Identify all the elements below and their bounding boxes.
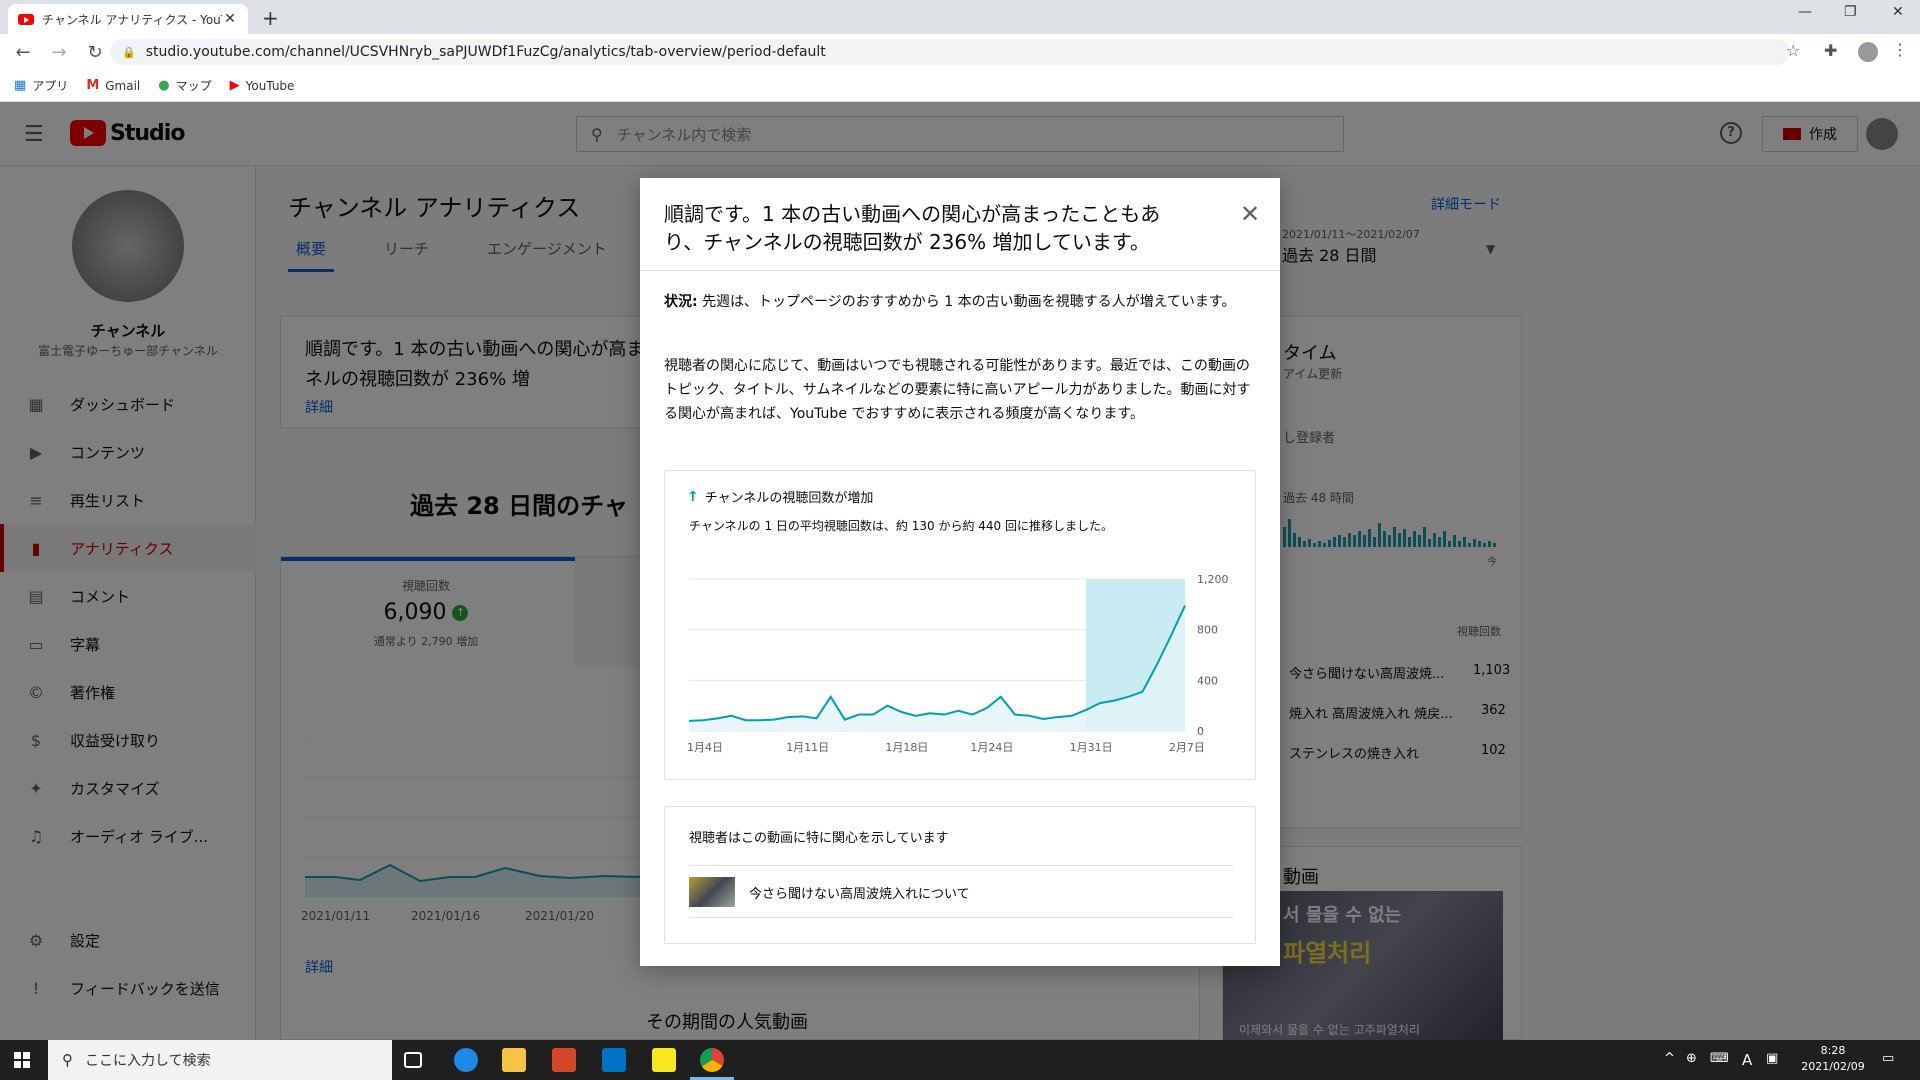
profile-avatar[interactable]	[1858, 42, 1878, 62]
clock-date: 2021/02/09	[1801, 1060, 1865, 1073]
back-icon[interactable]: ←	[10, 42, 36, 63]
bookmark-label: マップ	[175, 79, 212, 93]
divider	[689, 865, 1233, 866]
youtube-icon: ▶	[229, 78, 240, 93]
windows-start-icon[interactable]	[14, 1052, 30, 1068]
maps-pin-icon: ●	[158, 78, 170, 93]
taskbar-search-input[interactable]: ⚲ ここに入力して検索	[48, 1040, 392, 1080]
arrow-up-icon: ↑	[687, 488, 699, 505]
minimize-icon[interactable]: —	[1798, 4, 1812, 20]
bookmark-label: アプリ	[32, 79, 69, 93]
tray-chevron-icon[interactable]: ^	[1664, 1051, 1675, 1066]
task-view-icon[interactable]	[404, 1052, 422, 1068]
x-tick-label: 1月4日	[687, 741, 723, 754]
clock-time: 8:28	[1820, 1044, 1846, 1057]
tab-close-icon[interactable]: ✕	[222, 11, 238, 27]
bookmark-label: YouTube	[245, 78, 295, 93]
notification-icon[interactable]: ▭	[1882, 1051, 1894, 1066]
featured-video-card: 視聴者はこの動画に特に関心を示しています 今さら聞けない高周波焼入れについて	[664, 806, 1256, 944]
browser-tab[interactable]: チャンネル アナリティクス - YouTube Studio ✕	[8, 4, 248, 34]
new-tab-icon[interactable]: +	[262, 6, 279, 30]
apps-grid-icon: ▦	[14, 78, 27, 93]
x-tick-label: 1月24日	[970, 741, 1013, 754]
chrome-icon[interactable]	[700, 1048, 724, 1072]
featured-video-heading: 視聴者はこの動画に特に関心を示しています	[689, 831, 949, 846]
bookmarks-bar: ▦ アプリ M Gmail ● マップ ▶ YouTube	[0, 70, 1920, 102]
taskbar-search-placeholder: ここに入力して検索	[85, 1053, 211, 1069]
url-text: studio.youtube.com/channel/UCSVHNryb_saP…	[145, 44, 826, 60]
youtube-favicon-icon	[18, 13, 34, 25]
reload-icon[interactable]: ↻	[82, 42, 108, 63]
views-area-chart[interactable]: 1,200 800 400 0 1月4日 1月11日 1月18日 1月24日 1月31日 2月7日	[665, 561, 1257, 771]
close-icon[interactable]: ✕	[1236, 200, 1264, 228]
bookmark-youtube[interactable]: ▶ YouTube	[230, 78, 295, 93]
dialog-body-text: 視聴者の関心に応じて、動画はいつでも視聴される可能性があります。最近では、この動…	[664, 358, 1251, 422]
lock-icon: 🔒	[122, 45, 136, 59]
browser-tab-bar: チャンネル アナリティクス - YouTube Studio ✕ + — ❐ ✕	[0, 0, 1920, 34]
y-tick-label: 800	[1197, 624, 1218, 637]
bookmark-maps[interactable]: ● マップ	[158, 77, 211, 94]
tab-title: チャンネル アナリティクス - YouTube Studio	[42, 12, 222, 27]
divider	[689, 917, 1233, 918]
views-chart-card: ↑ チャンネルの視聴回数が増加 チャンネルの 1 日の平均視聴回数は、約 130…	[664, 470, 1256, 780]
status-label: 状況:	[664, 294, 698, 310]
bookmark-label: Gmail	[105, 78, 141, 93]
file-explorer-icon[interactable]	[502, 1048, 526, 1072]
status-text: 先週は、トップページのおすすめから 1 本の古い動画を視聴する人が増えています。	[702, 294, 1236, 310]
dialog-title: 順調です。1 本の古い動画への関心が高まったこともあり、チャンネルの視聴回数が …	[664, 202, 1161, 254]
chart-heading-text: チャンネルの視聴回数が増加	[704, 491, 874, 506]
address-bar-row: ← → ↻ 🔒 studio.youtube.com/channel/UCSVH…	[0, 34, 1920, 70]
dialog-divider	[640, 270, 1280, 271]
outlook-icon[interactable]	[602, 1048, 626, 1072]
ime-indicator[interactable]: A	[1742, 1051, 1752, 1069]
gmail-icon: M	[86, 78, 100, 93]
restore-icon[interactable]: ❐	[1844, 4, 1857, 20]
bookmark-apps[interactable]: ▦ アプリ	[14, 77, 68, 94]
close-window-icon[interactable]: ✕	[1892, 4, 1904, 20]
featured-video-title[interactable]: 今さら聞けない高周波焼入れについて	[749, 883, 970, 902]
y-tick-label: 0	[1197, 725, 1204, 738]
ime-mode-icon[interactable]: ▣	[1766, 1051, 1778, 1066]
windows-taskbar: ⚲ ここに入力して検索 ^ ⊕ ⌨ A ▣ 8:28 2021/02/09 ▭	[0, 1040, 1920, 1080]
x-tick-label: 1月18日	[885, 741, 928, 754]
extensions-puzzle-icon[interactable]: ✚	[1824, 41, 1837, 60]
browser-menu-icon[interactable]: ⋮	[1892, 40, 1908, 59]
chart-heading: ↑ チャンネルの視聴回数が増加	[687, 487, 874, 507]
internet-explorer-icon[interactable]	[454, 1048, 478, 1072]
bookmark-star-icon[interactable]: ☆	[1786, 41, 1800, 60]
y-tick-label: 1,200	[1197, 573, 1229, 586]
network-globe-icon[interactable]: ⊕	[1686, 1051, 1697, 1066]
search-icon: ⚲	[62, 1051, 73, 1069]
insight-dialog: 順調です。1 本の古い動画への関心が高まったこともあり、チャンネルの視聴回数が …	[640, 178, 1280, 966]
powerpoint-icon[interactable]	[552, 1048, 576, 1072]
url-field[interactable]: 🔒 studio.youtube.com/channel/UCSVHNryb_s…	[110, 39, 1790, 65]
x-tick-label: 2月7日	[1169, 741, 1205, 754]
x-tick-label: 1月31日	[1070, 741, 1113, 754]
system-clock[interactable]: 8:28 2021/02/09	[1798, 1043, 1868, 1075]
chart-subtitle: チャンネルの 1 日の平均視聴回数は、約 130 から約 440 回に推移しまし…	[689, 519, 1113, 533]
sticky-notes-icon[interactable]	[652, 1048, 676, 1072]
forward-icon[interactable]: →	[46, 42, 72, 63]
dialog-status: 状況: 先週は、トップページのおすすめから 1 本の古い動画を視聴する人が増えて…	[664, 290, 1256, 314]
video-thumbnail[interactable]	[689, 877, 735, 907]
bookmark-gmail[interactable]: M Gmail	[86, 78, 140, 93]
x-tick-label: 1月11日	[786, 741, 829, 754]
keyboard-icon[interactable]: ⌨	[1710, 1051, 1729, 1066]
y-tick-label: 400	[1197, 674, 1218, 687]
